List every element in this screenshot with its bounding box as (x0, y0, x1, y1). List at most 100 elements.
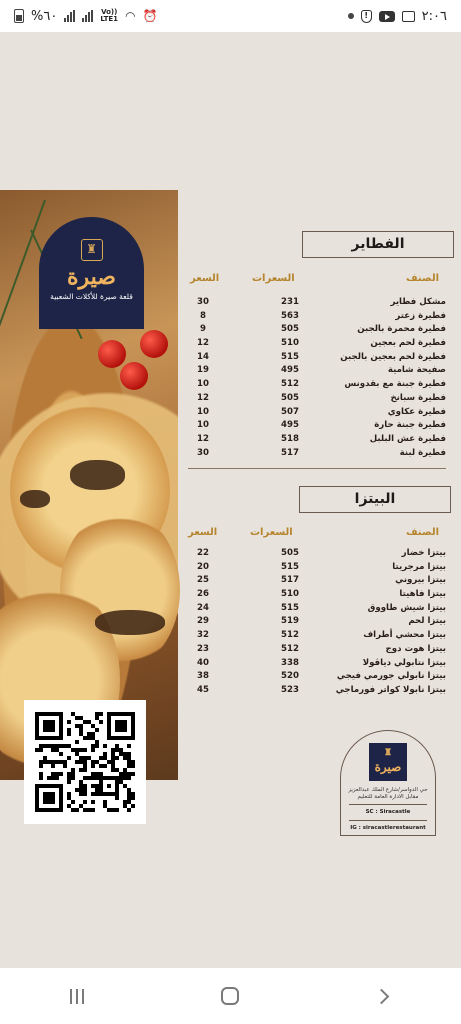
pies-header-price: السعر (190, 273, 220, 284)
item-name: فطيرة سبانخ (390, 392, 446, 403)
pies-header-item: الصنف (405, 273, 439, 284)
clock: ٢:٠٦ (421, 8, 447, 24)
back-icon (373, 988, 390, 1004)
pies-header-calories: السعرات (252, 273, 295, 284)
pizza-section-title: البيتزا (299, 486, 455, 517)
item-price: 26 (197, 589, 209, 600)
table-row: بيتزا محشي أطراف 512 32 (188, 630, 446, 644)
item-name: بيتزا بيروني (395, 575, 446, 586)
navigation-bar (0, 968, 461, 1024)
contact-divider-2 (349, 820, 427, 821)
table-row: فطيرة لحم بعجين بالجبن 515 14 (188, 352, 446, 366)
item-name: فطيرة جبنة حارة (374, 420, 446, 431)
pizza-header-calories: السعرات (250, 527, 293, 538)
status-icons-right: ! ٢:٠٦ (347, 8, 447, 24)
item-price: 10 (197, 379, 209, 390)
item-name: فطيرة عكاوي (387, 406, 446, 417)
table-row: مشكل فطاير 231 30 (188, 297, 446, 311)
item-price: 30 (197, 297, 209, 307)
item-calories: 519 (281, 616, 299, 627)
item-price: 10 (197, 406, 209, 417)
table-row: صفيحة شامية 495 19 (188, 365, 446, 379)
item-calories: 515 (281, 351, 299, 362)
item-calories: 495 (281, 365, 299, 376)
item-price: 23 (197, 643, 209, 654)
castle-icon: ♜ (80, 239, 103, 261)
table-row: بيتزا فاهيتا 510 26 (188, 589, 446, 603)
battery-icon (14, 9, 24, 23)
gallery-icon (401, 10, 415, 22)
back-button[interactable] (364, 976, 404, 1016)
recents-button[interactable] (57, 976, 97, 1016)
item-calories: 512 (281, 379, 299, 390)
item-name: بيتزا نتابولي دياڤولا (362, 657, 446, 668)
item-price: 30 (197, 447, 209, 458)
item-price: 25 (197, 575, 209, 586)
signal-icon (64, 10, 76, 22)
instagram-handle: IG : siracastlerestaurant (350, 825, 426, 831)
item-calories: 517 (281, 575, 299, 586)
item-name: مشكل فطاير (390, 297, 446, 307)
notification-dot-icon (347, 13, 354, 19)
home-button[interactable] (210, 976, 250, 1016)
table-row: فطيرة لحم بعجين 510 12 (188, 338, 446, 352)
item-price: 14 (197, 351, 209, 362)
recents-icon (69, 988, 84, 1004)
item-name: بيتزا مرجريتا (392, 561, 446, 572)
table-row: فطيرة محمرة بالجبن 505 9 (188, 324, 446, 338)
volte-icon: Vo)) LTE1 (100, 8, 119, 23)
item-calories: 338 (281, 657, 299, 668)
item-name: فطيرة لحم بعجين بالجبن (340, 351, 446, 362)
item-name: بيتزا شيش طاووق (367, 602, 446, 613)
item-price: 12 (197, 338, 209, 349)
table-row: بيتزا لحم 519 29 (188, 616, 446, 630)
item-calories: 505 (281, 548, 299, 558)
item-calories: 505 (281, 324, 299, 335)
table-row: بيتزا هوت دوج 512 23 (188, 644, 446, 658)
item-name: فطيرة زعتر (395, 310, 446, 321)
pies-section-title: الفطاير (302, 231, 458, 262)
item-calories: 563 (281, 310, 299, 321)
item-name: بيتزا خضار (401, 548, 446, 558)
contact-card: صيرة حي الدواسر/شارع الملك عبدالعزيز مقا… (340, 729, 436, 836)
table-row: بيتزا نابولي جورمي فيجي 520 38 (188, 671, 446, 685)
item-price: 24 (197, 602, 209, 613)
battery-level: %٦٠ (31, 8, 58, 24)
table-row: فطيرة عش البلبل 518 12 (188, 434, 446, 448)
table-row: بيتزا نتابولي دياڤولا 338 40 (188, 658, 446, 672)
item-calories: 510 (281, 338, 299, 349)
item-calories: 495 (281, 420, 299, 431)
logo-name: صيرة (67, 264, 116, 290)
youtube-icon (378, 10, 395, 22)
menu-image[interactable]: ♜ صيرة قلعة صيرة للأكلات الشعبية الفطاير… (0, 32, 461, 968)
table-row: فطيرة جبنة حارة 495 10 (188, 420, 446, 434)
item-calories: 518 (281, 433, 299, 444)
table-row: بيتزا شيش طاووق 515 24 (188, 603, 446, 617)
status-icons-left: %٦٠ Vo)) LTE1 ◠ ⏰ (14, 9, 158, 24)
section-divider (188, 468, 446, 469)
pizza-header-price: السعر (188, 527, 218, 538)
item-calories: 515 (281, 602, 299, 613)
item-calories: 231 (281, 297, 299, 307)
item-calories: 505 (281, 392, 299, 403)
pizza-header-item: الصنف (405, 527, 439, 538)
item-price: 32 (197, 630, 209, 641)
item-price: 8 (200, 310, 206, 321)
item-calories: 512 (281, 630, 299, 641)
home-icon (221, 987, 240, 1005)
snapchat-handle: SC : Siracastle (365, 809, 411, 815)
item-name: بيتزا نابولا كواتر فورماجي (335, 684, 446, 695)
wifi-icon: ◠ (125, 9, 136, 23)
item-price: 9 (200, 324, 206, 335)
item-price: 12 (197, 433, 209, 444)
item-name: بيتزا نابولي جورمي فيجي (336, 671, 446, 682)
pizza-table: بيتزا خضار 505 22 بيتزا مرجريتا 515 20 بيتزا ب… (188, 548, 446, 699)
signal-icon-2 (82, 10, 94, 22)
table-row: بيتزا خضار 505 22 (188, 548, 446, 562)
status-bar: %٦٠ Vo)) LTE1 ◠ ⏰ ! ٢:٠٦ (0, 0, 461, 32)
item-price: 22 (197, 548, 209, 558)
small-logo: صيرة (369, 729, 407, 781)
item-name: فطيرة لحم بعجين (370, 338, 446, 349)
item-name: بيتزا محشي أطراف (363, 630, 446, 641)
qr-code-icon (35, 712, 135, 812)
